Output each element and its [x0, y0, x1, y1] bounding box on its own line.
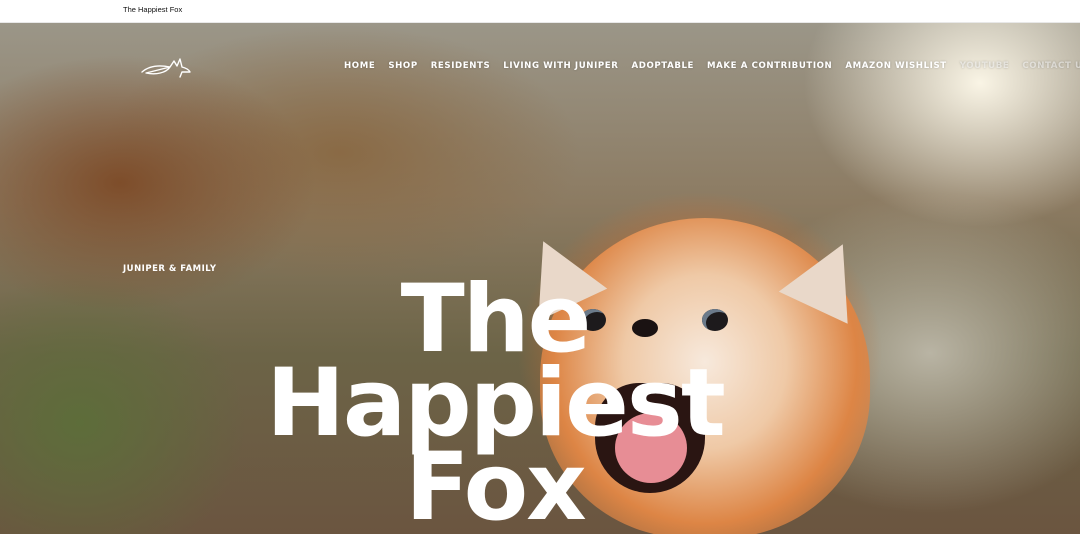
- hero-kicker: JUNIPER & FAMILY: [123, 264, 217, 274]
- nav-item-contact-us[interactable]: CONTACT US: [1022, 61, 1080, 71]
- nav-item-make-a-contribution[interactable]: MAKE A CONTRIBUTION: [707, 61, 832, 71]
- headline-line-1: The Happiest: [266, 265, 726, 458]
- nav-item-youtube[interactable]: YOUTUBE: [960, 61, 1010, 71]
- fox-logo-icon[interactable]: [140, 53, 192, 79]
- nav-item-shop[interactable]: SHOP: [388, 61, 417, 71]
- main-navigation: HOME SHOP RESIDENTS LIVING WITH JUNIPER …: [344, 61, 1080, 71]
- headline-line-2: Fox: [405, 433, 587, 542]
- hero-headline: The Happiest Fox: [180, 265, 810, 542]
- nav-item-adoptable[interactable]: ADOPTABLE: [631, 61, 694, 71]
- browser-top-bar: The Happiest Fox: [0, 0, 1080, 23]
- nav-item-amazon-wishlist[interactable]: AMAZON WISHLIST: [845, 61, 946, 71]
- nav-item-residents[interactable]: RESIDENTS: [431, 61, 491, 71]
- page-tab-title: The Happiest Fox: [123, 5, 183, 14]
- nav-item-living-with-juniper[interactable]: LIVING WITH JUNIPER: [503, 61, 618, 71]
- nav-item-home[interactable]: HOME: [344, 61, 375, 71]
